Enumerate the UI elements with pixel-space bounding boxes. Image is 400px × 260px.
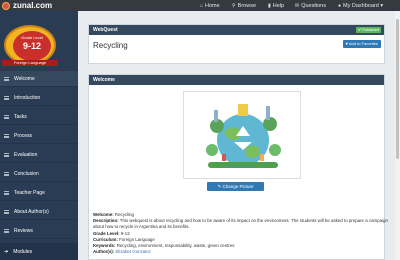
change-picture-button[interactable]: ✎ Change Picture	[207, 182, 264, 191]
nav-help-label: Help	[272, 2, 285, 9]
sidebar-item-label: Welcome	[14, 75, 35, 82]
list-icon	[4, 228, 9, 233]
badge-subject: Foreign Language	[2, 60, 58, 66]
sidebar-item-label: Reviews	[14, 227, 33, 234]
nav-dashboard-label: My Dashboard ▾	[343, 2, 384, 9]
field-keywords: Keywords: Recycling, environment, respon…	[93, 243, 393, 249]
sidebar-item-reviews[interactable]: Reviews	[0, 223, 78, 239]
list-icon	[4, 114, 9, 119]
published-badge: ✔ Published	[356, 27, 381, 33]
nav-questions-label: Questions	[301, 2, 326, 9]
help-icon: ▮	[268, 2, 271, 9]
sidebar-item-teacher-page[interactable]: Teacher Page	[0, 185, 78, 201]
badge-level: 9-12	[22, 41, 41, 51]
sidebar-item-about-authors[interactable]: About Author(s)	[0, 204, 78, 220]
brand-logo-icon	[2, 1, 10, 10]
badge-level-label: Grade Level	[21, 35, 43, 40]
chat-icon: ✉	[295, 2, 300, 9]
field-label: Keywords:	[93, 243, 116, 248]
sidebar-item-label: Conclusion	[14, 170, 39, 177]
sidebar-item-introduction[interactable]: Introduction	[0, 90, 78, 106]
add-to-favorites-button[interactable]: ♥ Add to Favorites	[342, 40, 381, 48]
welcome-panel: Welcome ✎ Change Picture Welcome: Recycl…	[88, 74, 388, 260]
sidebar-item-tasks[interactable]: Tasks	[0, 109, 78, 125]
sidebar-item-label: Introduction	[14, 94, 41, 101]
nav-help[interactable]: ▮ Help	[268, 0, 284, 11]
sidebar-item-label: Teacher Page	[14, 189, 45, 196]
list-icon	[4, 95, 9, 100]
badge-seal: Grade Level 9-12	[4, 25, 56, 65]
top-navbar: zunal.com ⌂ Home ⚲ Browse ▮ Help ✉ Quest…	[0, 0, 400, 11]
search-icon: ⚲	[232, 2, 236, 9]
nav-browse-label: Browse	[237, 2, 257, 9]
sidebar-item-label: Evaluation	[14, 151, 38, 158]
sidebar-item-conclusion[interactable]: Conclusion	[0, 166, 78, 182]
brand-name: zunal.com	[13, 1, 53, 10]
webquest-panel: WebQuest ✔ Published Recycling ♥ Add to …	[88, 24, 385, 64]
field-curriculum: Curriculum: Foreign Language	[93, 237, 393, 243]
sidebar-item-label: Process	[14, 132, 33, 139]
sidebar-modules[interactable]: ➜ Modules	[0, 243, 78, 260]
sidebar-item-evaluation[interactable]: Evaluation	[0, 147, 78, 163]
sidebar-item-label: About Author(s)	[14, 208, 49, 215]
list-icon	[4, 171, 9, 176]
nav-dashboard[interactable]: ● My Dashboard ▾	[338, 0, 383, 11]
field-label: Description:	[93, 218, 119, 223]
field-value: 9-12	[120, 231, 130, 236]
field-value: This webquest is about recycling and how…	[93, 218, 388, 229]
field-value: Recycling, environment, responsability, …	[116, 243, 235, 248]
scrollbar-thumb[interactable]	[396, 19, 399, 159]
brand[interactable]: zunal.com	[2, 1, 52, 10]
field-authors: Author(s): Elizabet Gonzalez	[93, 249, 393, 255]
list-icon	[4, 76, 9, 81]
field-label: Author(s):	[93, 249, 115, 254]
webquest-picture	[183, 91, 301, 179]
nav-home-label: Home	[205, 2, 220, 9]
nav-questions[interactable]: ✉ Questions	[295, 0, 326, 11]
home-icon: ⌂	[200, 2, 204, 9]
field-value: Recycling	[114, 212, 134, 217]
author-link[interactable]: Elizabet Gonzalez	[115, 249, 150, 254]
sidebar-item-process[interactable]: Process	[0, 128, 78, 144]
page-title: Recycling	[93, 41, 128, 50]
nav-home[interactable]: ⌂ Home	[200, 0, 220, 11]
list-icon	[4, 190, 9, 195]
field-welcome: Welcome: Recycling	[93, 212, 393, 218]
field-label: Curriculum:	[93, 237, 118, 242]
field-label: Welcome:	[93, 212, 114, 217]
welcome-panel-header: Welcome	[89, 75, 384, 85]
webquest-panel-header: WebQuest	[89, 25, 384, 35]
arrow-right-icon: ➜	[4, 248, 9, 255]
nav-browse[interactable]: ⚲ Browse	[232, 0, 256, 11]
sidebar-modules-label: Modules	[13, 248, 33, 255]
list-icon	[4, 209, 9, 214]
user-icon: ●	[338, 2, 342, 9]
field-label: Grade Level:	[93, 231, 120, 236]
recycling-illustration	[206, 104, 281, 168]
sidebar-item-label: Tasks	[14, 113, 27, 120]
list-icon	[4, 133, 9, 138]
sidebar-item-welcome[interactable]: Welcome	[0, 71, 78, 87]
list-icon	[4, 152, 9, 157]
sidebar: Grade Level 9-12 Foreign Language Welcom…	[0, 11, 78, 260]
page-scrollbar[interactable]	[395, 11, 400, 260]
field-value: Foreign Language	[119, 237, 155, 242]
field-grade-level: Grade Level: 9-12	[93, 231, 393, 237]
field-description: Description: This webquest is about recy…	[93, 218, 393, 229]
grade-level-badge: Grade Level 9-12 Foreign Language	[2, 25, 58, 71]
